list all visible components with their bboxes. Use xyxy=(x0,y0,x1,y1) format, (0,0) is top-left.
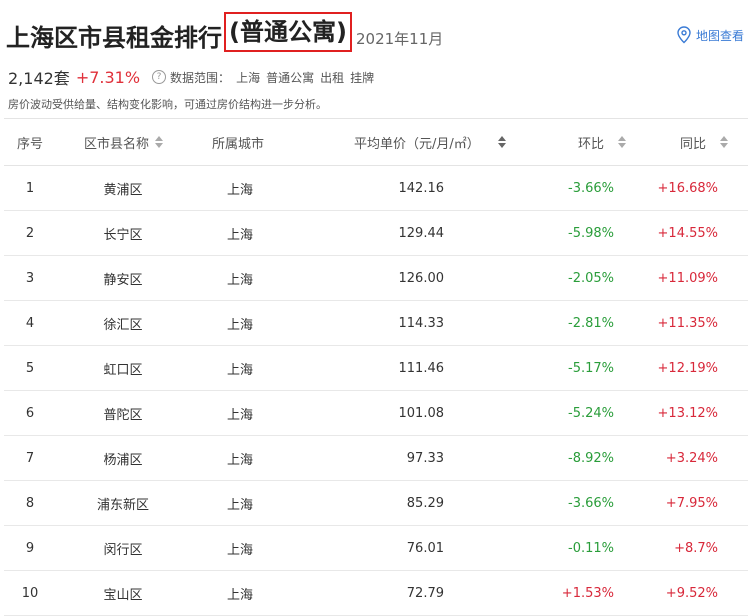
cell-index: 2 xyxy=(25,225,35,241)
cell-yoy: +3.24% xyxy=(665,450,718,466)
cell-city: 上海 xyxy=(226,407,253,423)
cell-index: 6 xyxy=(25,405,35,421)
cell-mom: -8.92% xyxy=(568,450,614,466)
cell-district-name: 徐汇区 xyxy=(103,317,143,333)
report-date: 2021年11月 xyxy=(356,30,444,48)
listing-count: 2,142套 xyxy=(8,69,70,88)
cell-yoy: +12.19% xyxy=(657,360,718,376)
table-row[interactable]: 7 杨浦区 上海 97.33 -8.92% +3.24% xyxy=(4,436,748,481)
cell-mom: -5.24% xyxy=(568,405,614,421)
page-title: 上海区市县租金排行 xyxy=(6,24,222,52)
col-header-name[interactable]: 区市县名称 xyxy=(84,119,184,165)
sort-icon[interactable] xyxy=(497,136,506,148)
col-header-yoy[interactable]: 同比 xyxy=(680,119,742,165)
cell-mom: -0.11% xyxy=(568,540,614,556)
cell-index: 1 xyxy=(25,180,35,196)
table-row[interactable]: 10 宝山区 上海 72.79 +1.53% +9.52% xyxy=(4,571,748,616)
cell-index: 4 xyxy=(25,315,35,331)
cell-avg-price: 101.08 xyxy=(398,405,445,421)
cell-mom: -3.66% xyxy=(568,180,614,196)
cell-district-name: 虹口区 xyxy=(103,362,143,378)
help-icon[interactable]: ? xyxy=(152,70,167,84)
cell-mom: -2.81% xyxy=(568,315,614,331)
cell-yoy: +11.35% xyxy=(657,315,718,331)
map-pin-icon xyxy=(677,26,691,44)
cell-city: 上海 xyxy=(226,452,253,468)
table-row[interactable]: 2 长宁区 上海 129.44 -5.98% +14.55% xyxy=(4,211,748,256)
cell-index: 5 xyxy=(25,360,35,376)
cell-district-name: 普陀区 xyxy=(103,407,143,423)
cell-index: 7 xyxy=(25,450,35,466)
cell-city: 上海 xyxy=(226,542,253,558)
table-row[interactable]: 8 浦东新区 上海 85.29 -3.66% +7.95% xyxy=(4,481,748,526)
cell-district-name: 闵行区 xyxy=(103,542,143,558)
cell-yoy: +7.95% xyxy=(665,495,718,511)
cell-city: 上海 xyxy=(226,497,253,513)
cell-avg-price: 97.33 xyxy=(406,450,444,466)
cell-city: 上海 xyxy=(226,317,253,333)
cell-city: 上海 xyxy=(226,362,253,378)
sort-icon[interactable] xyxy=(720,136,729,148)
cell-yoy: +8.7% xyxy=(674,540,718,556)
cell-mom: -3.66% xyxy=(568,495,614,511)
data-range-type: 普通公寓 xyxy=(266,70,315,85)
col-header-price[interactable]: 平均单价（元/月/㎡） xyxy=(354,119,524,165)
table-row[interactable]: 4 徐汇区 上海 114.33 -2.81% +11.35% xyxy=(4,301,748,346)
cell-district-name: 宝山区 xyxy=(103,587,143,603)
table-row[interactable]: 9 闵行区 上海 76.01 -0.11% +8.7% xyxy=(4,526,748,571)
cell-city: 上海 xyxy=(226,272,253,288)
cell-yoy: +14.55% xyxy=(657,225,718,241)
cell-district-name: 杨浦区 xyxy=(103,452,143,468)
sort-icon[interactable] xyxy=(618,136,627,148)
cell-city: 上海 xyxy=(226,182,253,198)
cell-mom: -5.17% xyxy=(568,360,614,376)
title-row: 上海区市县租金排行 (普通公寓) 2021年11月 地图查看 xyxy=(6,12,748,54)
col-header-city: 所属城市 xyxy=(212,136,265,152)
cell-yoy: +16.68% xyxy=(657,180,718,196)
cell-district-name: 黄浦区 xyxy=(103,182,143,198)
table-header: 序号 区市县名称 所属城市 平均单价（元/月/㎡） 环比 同比 xyxy=(4,118,748,166)
cell-avg-price: 76.01 xyxy=(406,540,444,556)
data-range-label: 数据范围： xyxy=(170,70,231,85)
data-range-city: 上海 xyxy=(236,70,261,85)
disclaimer-note: 房价波动受供给量、结构变化影响，可通过房价结构进一步分析。 xyxy=(8,98,327,111)
cell-yoy: +9.52% xyxy=(665,585,718,601)
data-range-source: 挂牌 xyxy=(350,70,375,85)
cell-district-name: 静安区 xyxy=(103,272,143,288)
cell-district-name: 长宁区 xyxy=(103,227,143,243)
table-row[interactable]: 1 黄浦区 上海 142.16 -3.66% +16.68% xyxy=(4,166,748,211)
col-header-index: 序号 xyxy=(16,136,43,152)
cell-avg-price: 72.79 xyxy=(406,585,444,601)
listing-change: +7.31% xyxy=(75,67,141,87)
data-range-mode: 出租 xyxy=(320,70,345,85)
cell-yoy: +13.12% xyxy=(657,405,718,421)
cell-mom: -5.98% xyxy=(568,225,614,241)
summary-bar: 2,142套 +7.31% ? 数据范围： 上海 普通公寓 出租 挂牌 xyxy=(8,66,375,89)
cell-index: 10 xyxy=(21,585,39,601)
cell-district-name: 浦东新区 xyxy=(96,497,149,513)
cell-city: 上海 xyxy=(226,227,253,243)
map-view-link[interactable]: 地图查看 xyxy=(676,26,744,44)
cell-avg-price: 85.29 xyxy=(406,495,444,511)
cell-index: 3 xyxy=(25,270,35,286)
cell-index: 9 xyxy=(25,540,35,556)
cell-city: 上海 xyxy=(226,587,253,603)
sort-icon[interactable] xyxy=(155,136,164,148)
cell-avg-price: 129.44 xyxy=(398,225,445,241)
rent-ranking-table: 序号 区市县名称 所属城市 平均单价（元/月/㎡） 环比 同比 1 黄浦区 上海 14… xyxy=(4,118,748,616)
cell-avg-price: 126.00 xyxy=(398,270,445,286)
cell-avg-price: 142.16 xyxy=(398,180,445,196)
cell-index: 8 xyxy=(25,495,35,511)
table-row[interactable]: 5 虹口区 上海 111.46 -5.17% +12.19% xyxy=(4,346,748,391)
cell-mom: +1.53% xyxy=(561,585,614,601)
cell-mom: -2.05% xyxy=(568,270,614,286)
cell-yoy: +11.09% xyxy=(657,270,718,286)
map-view-label: 地图查看 xyxy=(695,28,744,43)
page-title-highlight: (普通公寓) xyxy=(224,12,352,52)
table-row[interactable]: 3 静安区 上海 126.00 -2.05% +11.09% xyxy=(4,256,748,301)
col-header-mom[interactable]: 环比 xyxy=(578,119,638,165)
cell-avg-price: 114.33 xyxy=(398,315,445,331)
cell-avg-price: 111.46 xyxy=(398,360,445,376)
table-row[interactable]: 6 普陀区 上海 101.08 -5.24% +13.12% xyxy=(4,391,748,436)
